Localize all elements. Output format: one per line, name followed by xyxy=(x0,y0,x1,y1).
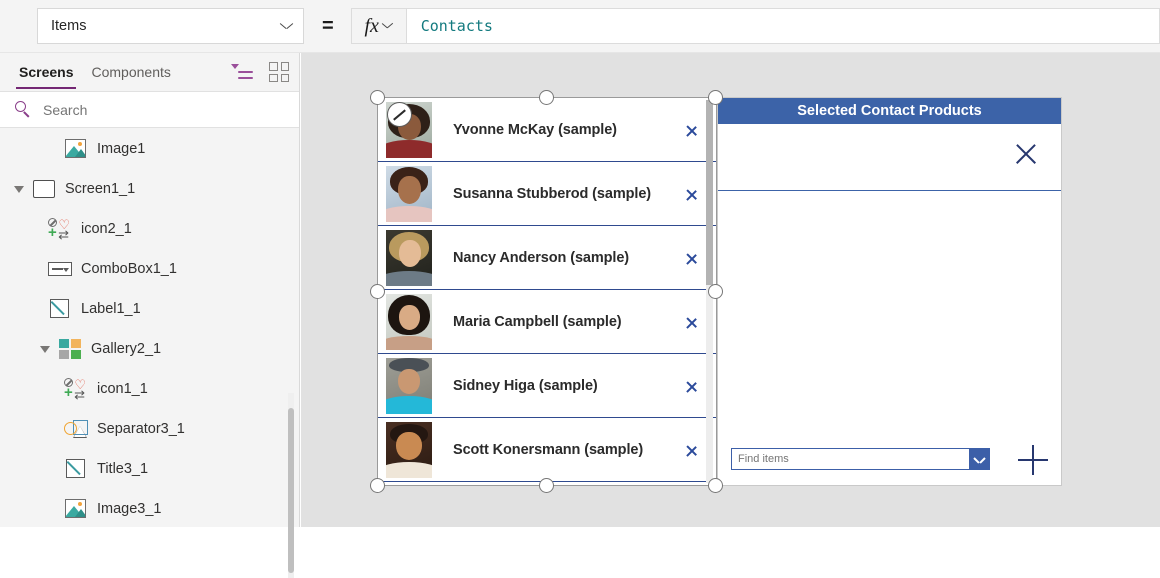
resize-handle-top-right[interactable] xyxy=(708,90,723,105)
panel-footer xyxy=(718,438,1061,480)
resize-handle-top-center[interactable] xyxy=(539,90,554,105)
property-selector-dropdown[interactable]: Items xyxy=(37,8,304,44)
sidebar-tab-icons xyxy=(231,62,289,82)
resize-handle-middle-right[interactable] xyxy=(708,284,723,299)
chevron-right-icon[interactable] xyxy=(687,249,698,267)
contact-name: Susanna Stubberod (sample) xyxy=(453,185,652,202)
avatar xyxy=(386,421,432,478)
sidebar-scrollbar-thumb[interactable] xyxy=(288,408,294,573)
gallery-row[interactable]: Sidney Higa (sample) xyxy=(378,354,716,418)
chevron-right-icon[interactable] xyxy=(687,313,698,331)
chevron-right-icon[interactable] xyxy=(687,441,698,459)
close-icon[interactable] xyxy=(1013,141,1039,167)
icon-set-icon: ♡ + ⇄ xyxy=(48,217,70,242)
fx-button[interactable]: fx xyxy=(350,8,406,44)
component-tree: Image1 Screen1_1 ♡ + ⇄ icon2_1 ComboBox1_1… xyxy=(0,129,299,527)
tab-screens[interactable]: Screens xyxy=(10,54,82,90)
contact-name: Sidney Higa (sample) xyxy=(453,377,598,394)
property-selector-label: Items xyxy=(51,18,87,34)
contact-name: Maria Campbell (sample) xyxy=(453,313,622,330)
fx-icon: fx xyxy=(364,14,379,37)
chevron-right-icon[interactable] xyxy=(687,121,698,139)
gallery-icon xyxy=(56,338,82,360)
tree-item-image3_1[interactable]: Image3_1 xyxy=(0,489,299,527)
avatar xyxy=(386,293,432,350)
panel-body xyxy=(718,124,1061,485)
tree-item-label: Title3_1 xyxy=(97,461,149,477)
selected-contact-products-panel: Selected Contact Products xyxy=(717,97,1062,486)
tab-components[interactable]: Components xyxy=(82,54,179,90)
grid-view-icon[interactable] xyxy=(269,62,289,82)
gallery-row[interactable]: Yvonne McKay (sample) xyxy=(378,98,716,162)
gallery-row[interactable]: Scott Konersmann (sample) xyxy=(378,418,716,482)
tree-item-label: icon2_1 xyxy=(81,221,132,237)
resize-handle-bottom-left[interactable] xyxy=(370,478,385,493)
chevron-down-icon[interactable] xyxy=(969,449,989,469)
find-items-input[interactable] xyxy=(732,453,969,465)
chevron-right-icon[interactable] xyxy=(687,185,698,203)
gallery-row[interactable]: Nancy Anderson (sample) xyxy=(378,226,716,290)
resize-handle-middle-left[interactable] xyxy=(370,284,385,299)
image-icon xyxy=(62,138,88,160)
gallery-row[interactable]: Susanna Stubberod (sample) xyxy=(378,162,716,226)
tree-item-label: Separator3_1 xyxy=(97,421,185,437)
tree-item-title3_1[interactable]: Title3_1 xyxy=(0,449,299,489)
expand-caret-icon[interactable] xyxy=(8,185,30,193)
filter-list-icon[interactable] xyxy=(231,63,253,81)
sidebar-search-row[interactable] xyxy=(0,91,299,128)
tree-item-separator3_1[interactable]: Separator3_1 xyxy=(0,409,299,449)
tree-item-combobox1_1[interactable]: ComboBox1_1 xyxy=(0,249,299,289)
equals-sign: = xyxy=(322,15,334,37)
edit-pencil-icon[interactable] xyxy=(387,102,412,127)
resize-handle-bottom-right[interactable] xyxy=(708,478,723,493)
plus-icon[interactable] xyxy=(1018,445,1048,475)
avatar xyxy=(386,229,432,286)
tree-item-screen1_1[interactable]: Screen1_1 xyxy=(0,169,299,209)
icon-set-icon: ♡ + ⇄ xyxy=(64,377,86,402)
sidebar-tabbar: Screens Components xyxy=(0,53,299,91)
app-canvas: Selected Contact Products Find items Yvo… xyxy=(301,53,1160,527)
chevron-down-icon xyxy=(280,22,293,30)
tree-item-label1_1[interactable]: Label1_1 xyxy=(0,289,299,329)
tree-item-icon2_1[interactable]: ♡ + ⇄ icon2_1 xyxy=(0,209,299,249)
avatar xyxy=(386,165,432,222)
tree-item-image1[interactable]: Image1 xyxy=(0,129,299,169)
panel-card xyxy=(718,124,1061,191)
tree-item-label: Image3_1 xyxy=(97,501,162,517)
chevron-down-icon xyxy=(382,22,393,30)
find-items-combobox[interactable] xyxy=(731,448,990,470)
avatar xyxy=(386,357,432,414)
separator-icon xyxy=(62,418,88,440)
resize-handle-top-left[interactable] xyxy=(370,90,385,105)
panel-title: Selected Contact Products xyxy=(718,98,1061,124)
label-icon xyxy=(46,298,72,320)
formula-bar: Items = fx Contacts xyxy=(0,0,1160,53)
search-icon xyxy=(15,101,32,118)
tree-item-label: Label1_1 xyxy=(81,301,141,317)
formula-input[interactable]: Contacts xyxy=(405,8,1160,44)
gallery-row[interactable]: Maria Campbell (sample) xyxy=(378,290,716,354)
left-sidebar: Screens Components Image1 Screen1_1 ♡+⇄ … xyxy=(0,53,300,578)
tree-item-label: icon1_1 xyxy=(97,381,148,397)
tree-item-label: ComboBox1_1 xyxy=(81,261,177,277)
image-icon xyxy=(62,498,88,520)
contact-name: Nancy Anderson (sample) xyxy=(453,249,630,266)
gallery-control[interactable]: Yvonne McKay (sample) Susanna Stubberod … xyxy=(377,97,717,486)
chevron-right-icon[interactable] xyxy=(687,377,698,395)
gallery-selection-wrapper: Yvonne McKay (sample) Susanna Stubberod … xyxy=(370,90,723,493)
contact-name: Yvonne McKay (sample) xyxy=(453,121,617,138)
label-icon xyxy=(62,458,88,480)
contact-name: Scott Konersmann (sample) xyxy=(453,441,644,458)
search-input[interactable] xyxy=(43,101,243,118)
tree-item-label: Gallery2_1 xyxy=(91,341,162,357)
resize-handle-bottom-center[interactable] xyxy=(539,478,554,493)
gallery-scrollbar-thumb[interactable] xyxy=(706,100,713,285)
combobox-icon xyxy=(46,258,72,280)
tree-item-gallery2_1[interactable]: Gallery2_1 xyxy=(0,329,299,369)
tree-item-label: Image1 xyxy=(97,141,146,157)
tree-item-icon1_1[interactable]: ♡ + ⇄ icon1_1 xyxy=(0,369,299,409)
expand-caret-icon[interactable] xyxy=(34,345,56,353)
tree-item-label: Screen1_1 xyxy=(65,181,136,197)
screen-icon xyxy=(30,178,56,200)
